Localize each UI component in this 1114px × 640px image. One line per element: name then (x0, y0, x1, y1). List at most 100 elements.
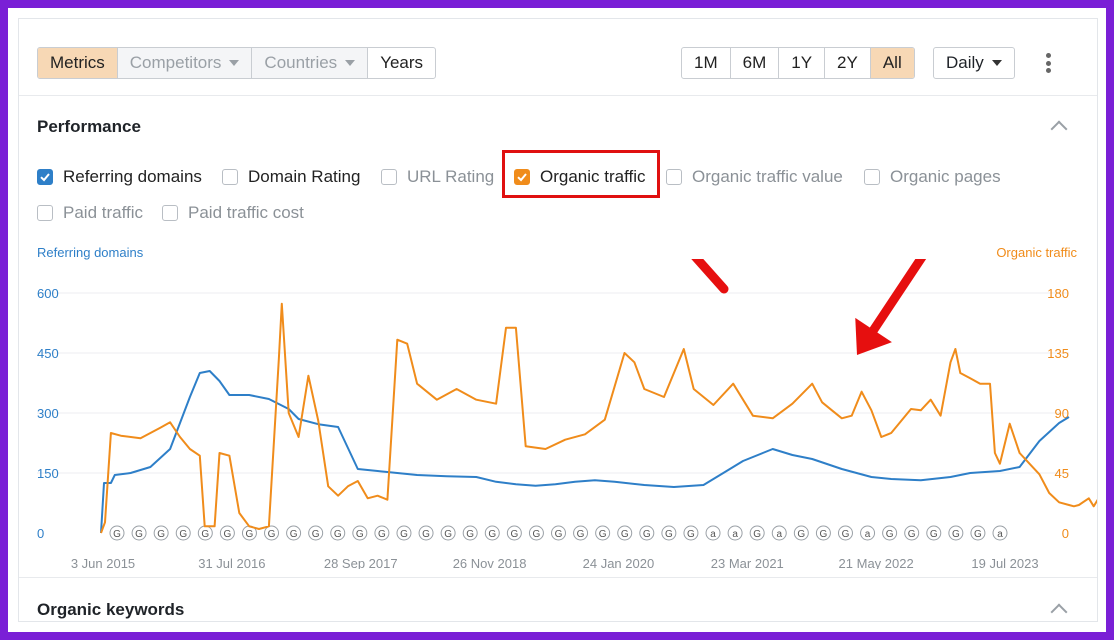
annotation-marker[interactable]: G (551, 525, 566, 541)
annotation-marker-label: G (820, 529, 828, 540)
annotation-marker-label: G (157, 529, 165, 540)
x-tick-label: 21 May 2022 (839, 556, 914, 569)
checkbox-empty-icon (666, 169, 682, 185)
annotation-marker[interactable]: G (109, 525, 125, 541)
x-tick-label: 26 Nov 2018 (453, 556, 527, 569)
annotation-marker[interactable]: G (882, 525, 898, 541)
annotation-marker[interactable]: G (815, 525, 831, 541)
range-2y-button[interactable]: 2Y (825, 48, 871, 78)
annotation-marker[interactable]: G (462, 525, 478, 541)
range-1m-button[interactable]: 1M (682, 48, 731, 78)
annotation-marker[interactable]: G (948, 525, 964, 541)
range-label: All (882, 53, 902, 72)
annotation-marker[interactable]: G (793, 525, 809, 541)
checkbox-organic-pages[interactable]: Organic pages (864, 167, 1001, 187)
annotation-marker[interactable]: a (705, 525, 721, 541)
checkbox-label: URL Rating (407, 167, 495, 186)
annotation-marker-label: a (865, 529, 871, 540)
toolbar: Metrics Competitors Countries Years 1M 6… (19, 19, 1097, 96)
annotation-marker[interactable]: a (771, 525, 787, 541)
checkbox-domain-rating[interactable]: Domain Rating (222, 167, 360, 187)
annotation-marker[interactable]: a (860, 525, 876, 541)
tab-competitors[interactable]: Competitors (117, 48, 253, 78)
annotation-marker-label: G (246, 529, 254, 540)
checkbox-label: Organic pages (890, 167, 1001, 186)
granularity-dropdown[interactable]: Daily (933, 47, 1015, 79)
annotation-marker[interactable]: G (683, 525, 699, 541)
annotation-marker[interactable]: a (727, 525, 743, 541)
annotation-marker[interactable]: G (153, 525, 169, 541)
annotation-marker[interactable]: G (970, 525, 986, 541)
annotation-marker[interactable]: G (573, 525, 589, 541)
annotation-marker[interactable]: G (749, 525, 765, 541)
checkbox-referring-domains[interactable]: Referring domains (37, 167, 202, 187)
annotation-marker[interactable]: G (374, 525, 390, 541)
collapse-chevron-icon[interactable] (1050, 603, 1068, 621)
collapse-chevron-icon[interactable] (1050, 120, 1068, 138)
annotation-marker-label: G (930, 529, 938, 540)
range-6m-button[interactable]: 6M (731, 48, 780, 78)
annotation-marker-label: G (555, 529, 563, 540)
annotation-marker[interactable]: G (926, 525, 942, 541)
annotation-marker[interactable]: G (440, 525, 456, 541)
annotation-marker[interactable]: G (837, 525, 853, 541)
checkbox-paid-traffic[interactable]: Paid traffic (37, 203, 143, 223)
tab-label: Countries (264, 53, 338, 72)
range-all-button[interactable]: All (870, 48, 914, 78)
tab-years[interactable]: Years (368, 48, 435, 78)
annotation-marker[interactable]: G (308, 525, 324, 541)
range-label: 6M (742, 53, 767, 72)
checkbox-checked-icon (37, 169, 53, 185)
annotation-marker[interactable]: G (506, 525, 522, 541)
annotation-marker[interactable]: G (484, 525, 500, 541)
annotation-marker-label: G (268, 529, 276, 540)
annotation-marker[interactable]: G (131, 525, 147, 541)
annotation-marker[interactable]: G (661, 525, 677, 541)
annotation-marker[interactable]: G (264, 525, 280, 541)
range-1y-button[interactable]: 1Y (779, 48, 826, 78)
referring-domains-line (100, 370, 1070, 534)
annotation-marker-label: G (665, 529, 673, 540)
caret-down-icon (345, 60, 356, 66)
left-tick-label: 600 (37, 286, 59, 301)
left-axis-title: Referring domains (37, 245, 144, 260)
checkbox-url-rating[interactable]: URL Rating (381, 167, 494, 187)
section-divider (19, 577, 1097, 578)
checkbox-organic-traffic-value[interactable]: Organic traffic value (666, 167, 843, 187)
annotation-marker[interactable]: G (904, 525, 920, 541)
annotation-marker[interactable]: G (528, 525, 544, 541)
more-options-icon[interactable] (1045, 53, 1051, 73)
annotation-marker[interactable]: G (175, 525, 191, 541)
annotation-marker[interactable]: G (595, 525, 611, 541)
annotation-marker-label: G (908, 529, 916, 540)
x-tick-label: 23 Mar 2021 (711, 556, 784, 569)
annotation-marker-label: G (599, 529, 607, 540)
annotation-marker[interactable]: G (352, 525, 368, 541)
checkbox-empty-icon (37, 205, 53, 221)
checkbox-label: Domain Rating (248, 167, 361, 186)
tab-countries[interactable]: Countries (252, 48, 369, 78)
section-title-organic-keywords: Organic keywords (37, 600, 185, 619)
annotation-marker[interactable]: G (286, 525, 302, 541)
tab-label: Competitors (129, 53, 222, 72)
annotation-marker-label: G (974, 529, 982, 540)
annotation-marker[interactable]: G (418, 525, 434, 541)
annotation-marker[interactable]: G (330, 525, 346, 541)
metrics-tabs: Metrics Competitors Countries Years (37, 47, 437, 79)
annotation-marker-label: G (952, 529, 960, 540)
checkbox-empty-icon (162, 205, 178, 221)
annotation-marker-label: G (290, 529, 298, 540)
annotation-marker[interactable]: G (396, 525, 412, 541)
annotation-marker-label: G (842, 529, 850, 540)
annotation-marker-label: a (732, 529, 738, 540)
annotation-marker[interactable]: G (219, 525, 235, 541)
annotation-marker-label: G (466, 529, 474, 540)
annotation-marker[interactable]: a (992, 525, 1008, 541)
tab-metrics[interactable]: Metrics (38, 48, 118, 78)
annotation-marker[interactable]: G (197, 525, 213, 541)
checkbox-paid-traffic-cost[interactable]: Paid traffic cost (162, 203, 304, 223)
annotation-marker[interactable]: G (639, 525, 655, 541)
annotation-marker[interactable]: G (617, 525, 633, 541)
performance-chart: 0150300450600045901351803 Jun 2015 31 Jul… (37, 259, 1097, 569)
annotation-marker-label: G (334, 529, 342, 540)
